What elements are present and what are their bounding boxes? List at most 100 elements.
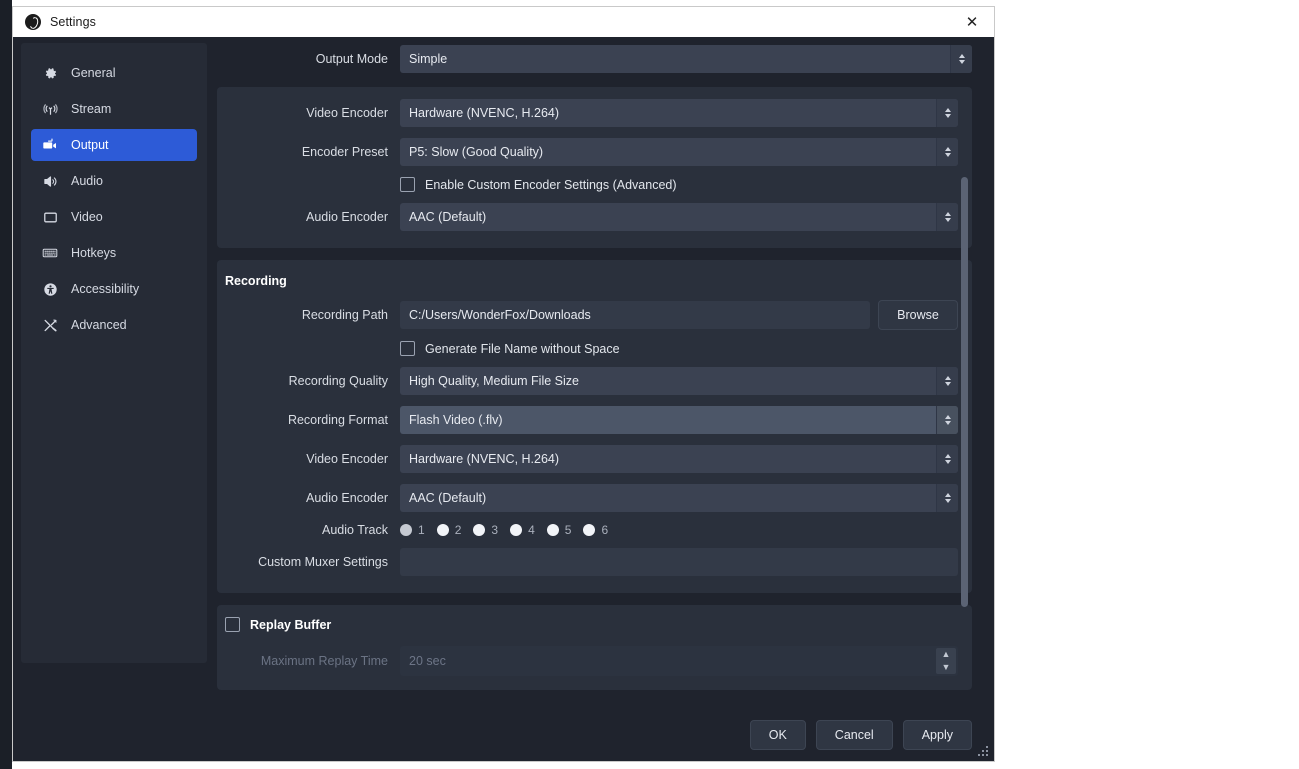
recording-quality-row: Recording Quality High Quality, Medium F… — [217, 367, 958, 395]
output-mode-label: Output Mode — [315, 52, 388, 66]
muxer-settings-row: Custom Muxer Settings — [217, 548, 958, 576]
replay-buffer-panel: Replay Buffer Maximum Replay Time 20 sec… — [217, 605, 972, 690]
chevron-updown-icon[interactable] — [936, 138, 958, 166]
audio-track-number: 3 — [491, 523, 499, 537]
stream-video-encoder-select[interactable]: Hardware (NVENC, H.264) — [400, 99, 958, 127]
output-mode-select[interactable]: Simple — [400, 45, 972, 73]
max-replay-time-label: Maximum Replay Time — [260, 654, 388, 668]
settings-scroll-area: Output Mode Simple Video Encoder Hardwar… — [217, 45, 972, 709]
stream-audio-encoder-field: AAC (Default) — [400, 203, 958, 231]
resize-grip[interactable] — [978, 746, 990, 758]
spinner-up-icon[interactable]: ▲ — [936, 648, 956, 661]
grip-dot — [986, 754, 988, 756]
stream-audio-encoder-label: Audio Encoder — [305, 210, 388, 224]
audio-track-number: 1 — [418, 523, 425, 537]
spinner-down-icon[interactable]: ▼ — [936, 661, 956, 674]
recording-path-label: Recording Path — [301, 308, 388, 322]
sidebar-item-label: Video — [71, 210, 103, 224]
audio-track-option-5[interactable]: 5 — [546, 523, 572, 537]
audio-track-option-1[interactable]: 1 — [400, 523, 425, 537]
broadcast-icon — [41, 100, 59, 118]
recording-path-row: Recording Path C:/Users/WonderFox/Downlo… — [217, 300, 958, 330]
output-mode-row: Output Mode Simple — [217, 45, 972, 73]
chevron-updown-icon[interactable] — [936, 367, 958, 395]
audio-track-radio[interactable] — [583, 524, 596, 536]
audio-track-radio-group: 1 2 3 4 5 6 — [400, 523, 958, 537]
max-replay-time-input[interactable]: 20 sec ▲ ▼ — [400, 646, 958, 676]
replay-buffer-label[interactable]: Replay Buffer — [250, 618, 331, 632]
recording-section-title: Recording — [225, 274, 287, 288]
encoder-preset-select[interactable]: P5: Slow (Good Quality) — [400, 138, 958, 166]
chevron-updown-icon[interactable] — [936, 445, 958, 473]
recording-format-row: Recording Format Flash Video (.flv) — [217, 406, 958, 434]
close-icon[interactable]: ✕ — [950, 7, 994, 37]
chevron-updown-icon[interactable] — [950, 45, 972, 73]
audio-track-option-6[interactable]: 6 — [583, 523, 608, 537]
grip-dot — [982, 750, 984, 752]
audio-track-option-4[interactable]: 4 — [510, 523, 535, 537]
recording-audio-encoder-select[interactable]: AAC (Default) — [400, 484, 958, 512]
chevron-updown-icon[interactable] — [936, 203, 958, 231]
settings-content: Output Mode Simple Video Encoder Hardwar… — [207, 37, 994, 709]
generate-filename-label[interactable]: Generate File Name without Space — [425, 342, 620, 356]
custom-encoder-row: Enable Custom Encoder Settings (Advanced… — [217, 177, 958, 192]
sidebar-item-advanced[interactable]: Advanced — [31, 309, 197, 341]
audio-track-number: 6 — [601, 523, 609, 537]
encoder-preset-row: Encoder Preset P5: Slow (Good Quality) — [217, 138, 958, 166]
muxer-settings-input[interactable] — [400, 548, 958, 576]
muxer-settings-label: Custom Muxer Settings — [258, 555, 388, 569]
sidebar-item-stream[interactable]: Stream — [31, 93, 197, 125]
chevron-updown-icon[interactable] — [936, 99, 958, 127]
stream-audio-encoder-value: AAC (Default) — [409, 210, 487, 224]
recording-quality-select[interactable]: High Quality, Medium File Size — [400, 367, 958, 395]
sidebar-item-accessibility[interactable]: Accessibility — [31, 273, 197, 305]
audio-track-option-3[interactable]: 3 — [473, 523, 498, 537]
recording-audio-encoder-field: AAC (Default) — [400, 484, 958, 512]
audio-track-radio[interactable] — [473, 524, 486, 536]
sidebar-item-output[interactable]: Output — [31, 129, 197, 161]
recording-path-field: C:/Users/WonderFox/Downloads Browse — [400, 300, 958, 330]
max-replay-time-field: 20 sec ▲ ▼ — [400, 646, 958, 676]
recording-video-encoder-row: Video Encoder Hardware (NVENC, H.264) — [217, 445, 958, 473]
sidebar-item-audio[interactable]: Audio — [31, 165, 197, 197]
sidebar-item-label: Hotkeys — [71, 246, 117, 260]
audio-track-number: 4 — [528, 523, 535, 537]
sidebar-item-video[interactable]: Video — [31, 201, 197, 233]
recording-video-encoder-value: Hardware (NVENC, H.264) — [409, 452, 560, 466]
sidebar-item-hotkeys[interactable]: Hotkeys — [31, 237, 197, 269]
chevron-updown-icon[interactable] — [936, 484, 958, 512]
content-scrollbar[interactable] — [961, 177, 968, 607]
recording-quality-value: High Quality, Medium File Size — [409, 374, 579, 388]
chevron-updown-icon[interactable] — [936, 406, 958, 434]
replay-buffer-checkbox[interactable] — [225, 617, 240, 632]
window-title: Settings — [50, 15, 96, 29]
spinner-buttons[interactable]: ▲ ▼ — [936, 648, 956, 674]
sidebar-item-label: Audio — [71, 174, 103, 188]
gear-icon — [41, 64, 59, 82]
recording-video-encoder-select[interactable]: Hardware (NVENC, H.264) — [400, 445, 958, 473]
desktop-background-strip — [0, 0, 12, 769]
cancel-button[interactable]: Cancel — [815, 720, 893, 750]
settings-sidebar: General Stream Output Audio Video Hotkey… — [21, 43, 207, 663]
recording-format-select[interactable]: Flash Video (.flv) — [400, 406, 958, 434]
ok-button[interactable]: OK — [749, 720, 806, 750]
browse-button[interactable]: Browse — [878, 300, 958, 330]
custom-encoder-checkbox[interactable] — [400, 177, 415, 192]
audio-track-radio[interactable] — [436, 524, 449, 536]
audio-track-number: 5 — [564, 523, 572, 537]
max-replay-time-row: Maximum Replay Time 20 sec ▲ ▼ — [217, 646, 958, 676]
stream-audio-encoder-select[interactable]: AAC (Default) — [400, 203, 958, 231]
custom-encoder-label[interactable]: Enable Custom Encoder Settings (Advanced… — [425, 178, 677, 192]
muxer-settings-field — [400, 548, 958, 576]
audio-track-radio[interactable] — [510, 524, 523, 536]
stream-video-encoder-value: Hardware (NVENC, H.264) — [409, 106, 560, 120]
audio-track-option-2[interactable]: 2 — [436, 523, 461, 537]
generate-filename-checkbox[interactable] — [400, 341, 415, 356]
settings-dialog: Settings ✕ General Stream Output Audio V… — [12, 6, 995, 762]
recording-path-input[interactable]: C:/Users/WonderFox/Downloads — [400, 301, 870, 329]
audio-track-radio[interactable] — [546, 524, 559, 536]
apply-button[interactable]: Apply — [902, 720, 972, 750]
audio-track-radio[interactable] — [400, 524, 412, 536]
recording-video-encoder-field: Hardware (NVENC, H.264) — [400, 445, 958, 473]
sidebar-item-general[interactable]: General — [31, 57, 197, 89]
